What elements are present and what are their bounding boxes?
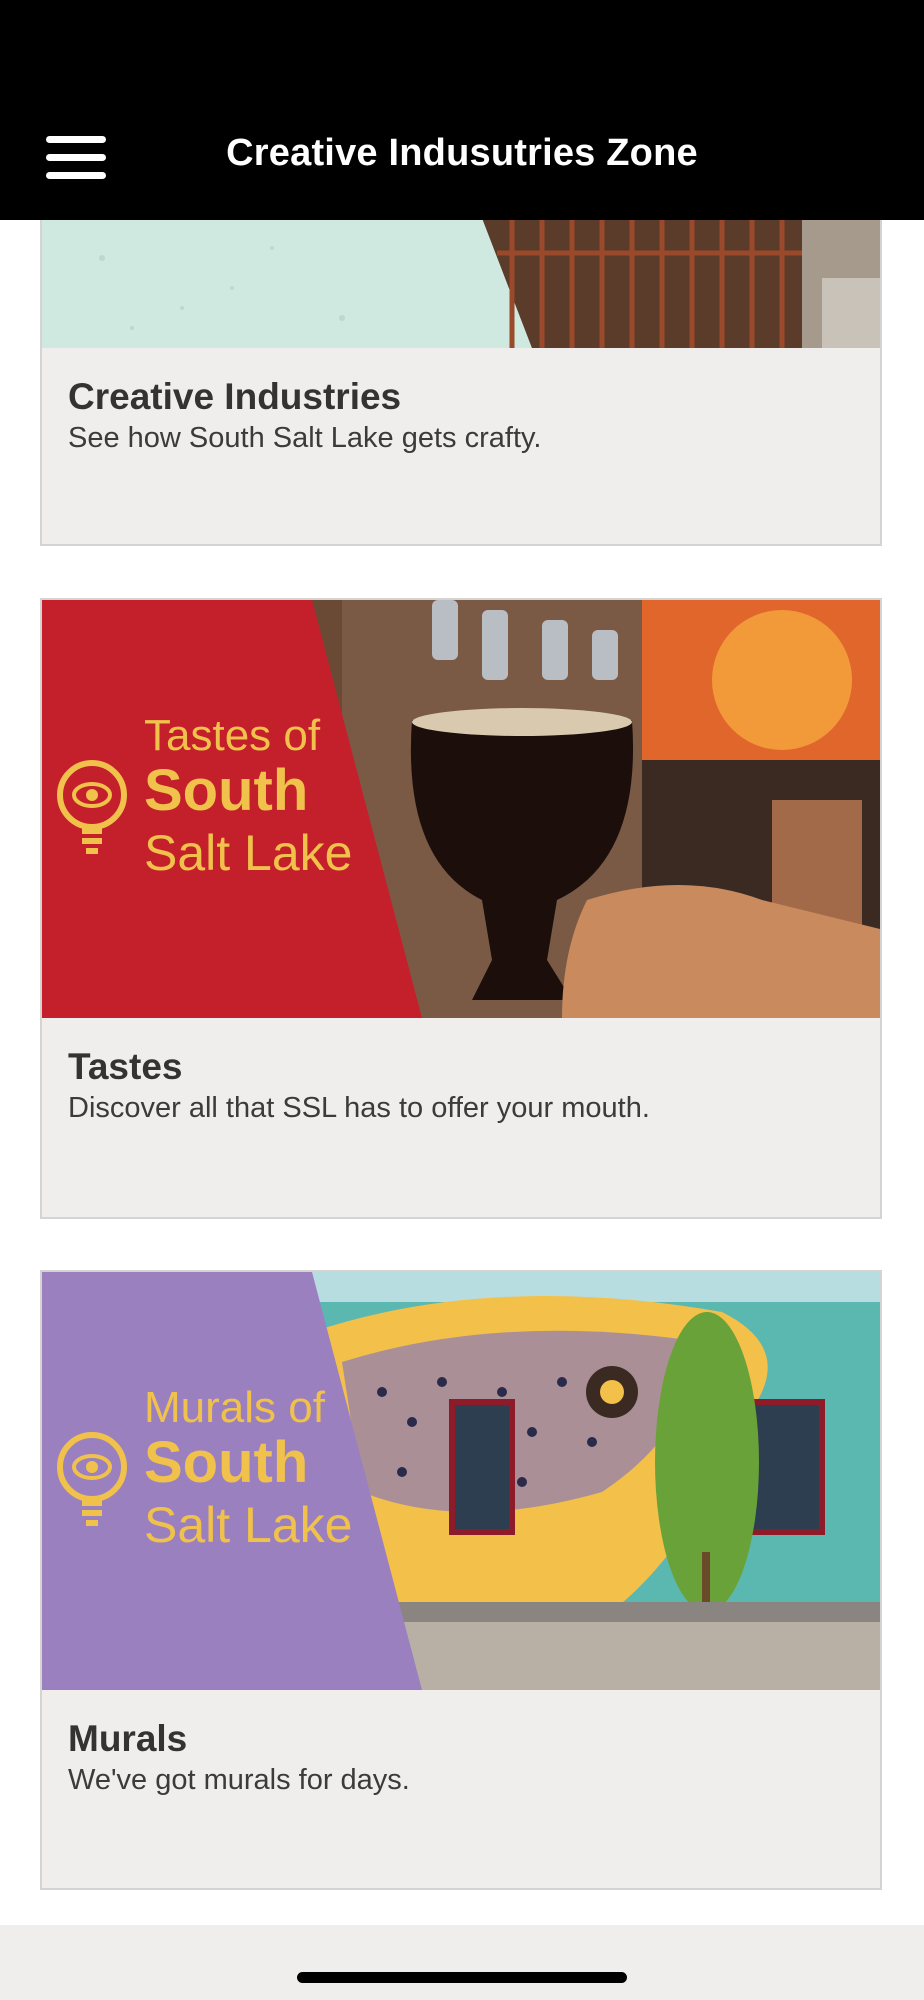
page-title: Creative Indusutries Zone: [226, 132, 698, 174]
card-description: We've got murals for days.: [68, 1764, 410, 1796]
card-heading: Murals: [68, 1718, 188, 1759]
banner-logo-line2: South: [144, 1430, 308, 1495]
banner-logo-line3: Salt Lake: [144, 1497, 352, 1553]
card-murals[interactable]: Murals of South Salt Lake Murals We've g…: [40, 1270, 882, 1890]
app-header: Creative Indusutries Zone: [0, 0, 924, 220]
bottom-safe-area: [0, 1925, 924, 2000]
card-banner-image: [42, 220, 880, 348]
banner-logo-line1: Tastes of: [144, 711, 321, 760]
card-banner-image: Murals of South Salt Lake: [42, 1272, 880, 1690]
card-description: Discover all that SSL has to offer your …: [68, 1092, 650, 1124]
card-description: See how South Salt Lake gets crafty.: [68, 422, 542, 454]
card-creative-industries[interactable]: Creative Industries See how South Salt L…: [40, 220, 882, 546]
card-banner-image: Tastes of South Salt Lake: [42, 600, 880, 1018]
banner-logo-line2: South: [144, 758, 308, 823]
home-indicator[interactable]: [297, 1972, 627, 1983]
card-heading: Tastes: [68, 1046, 183, 1087]
card-tastes[interactable]: Tastes of South Salt Lake Tastes Discove…: [40, 598, 882, 1219]
card-heading: Creative Industries: [68, 376, 402, 417]
banner-logo-line1: Murals of: [144, 1383, 326, 1432]
banner-logo-line3: Salt Lake: [144, 825, 352, 881]
card-list[interactable]: Creative Industries See how South Salt L…: [0, 220, 924, 1925]
